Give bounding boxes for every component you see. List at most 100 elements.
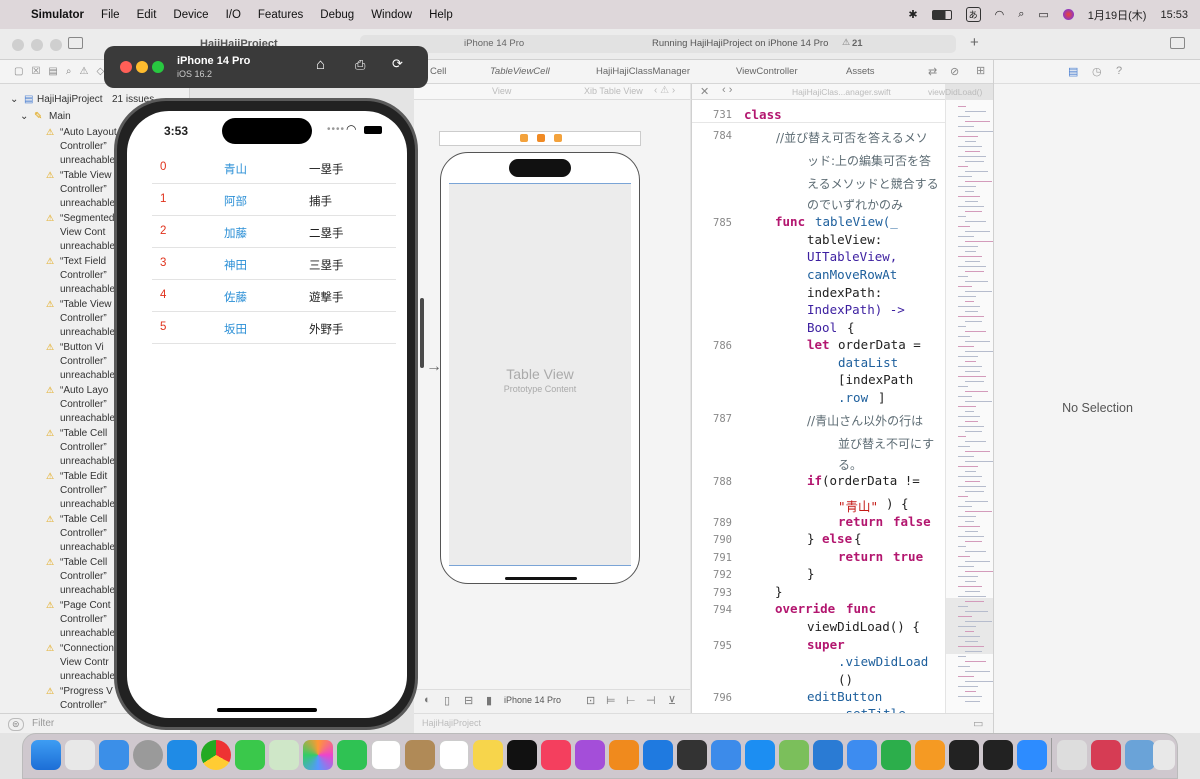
system-settings-icon[interactable]	[133, 740, 163, 770]
issue-item-text[interactable]: Controller”	[60, 700, 107, 711]
issue-item-text[interactable]: Controller”	[60, 270, 107, 281]
first-responder-icon[interactable]	[537, 134, 545, 142]
warning-count[interactable]: 21	[852, 38, 863, 49]
zoom-button[interactable]	[50, 39, 63, 51]
facetime-icon[interactable]	[337, 740, 367, 770]
menu-features[interactable]: Features	[258, 9, 303, 21]
pages-icon[interactable]	[915, 740, 945, 770]
issue-item-text[interactable]: “Auto Layo	[60, 385, 108, 396]
iphone-screen[interactable]: 3:53 •••• ◠ 0 青山 一塁手 1 阿部 捕手 2 加藤 二塁手 3 神田 三塁手 4 佐藤 遊撃…	[127, 111, 407, 718]
apple-tv-icon[interactable]	[507, 740, 537, 770]
issue-item-text[interactable]: unreachable	[60, 241, 115, 252]
menu-debug[interactable]: Debug	[320, 9, 354, 21]
issue-item-text[interactable]: “Auto Layout	[60, 127, 117, 138]
zoom-fit-icon[interactable]: ⊡	[586, 694, 595, 707]
tab-hajihaji-class-manager[interactable]: HajiHajiClassManager	[596, 66, 690, 77]
app-store-icon[interactable]	[745, 740, 775, 770]
issue-item-text[interactable]: “Table Cell	[60, 557, 107, 568]
issue-item-text[interactable]: “Button Vi	[60, 342, 104, 353]
menu-file[interactable]: File	[101, 9, 120, 21]
wifi-icon[interactable]: ◠	[995, 8, 1005, 21]
tab-partial-cell[interactable]: Cell	[430, 66, 446, 77]
issue-item-text[interactable]: unreachable	[60, 155, 115, 166]
help-inspector-icon[interactable]: ?	[1116, 65, 1122, 77]
music-icon[interactable]	[541, 740, 571, 770]
find-icon[interactable]: ⌕	[66, 66, 72, 77]
issue-item-text[interactable]: Controller”	[60, 614, 107, 625]
chrome-icon[interactable]	[201, 740, 231, 770]
group-disclosure-icon[interactable]: ⌄	[20, 111, 28, 122]
warning-icon[interactable]: ⚠	[842, 37, 850, 48]
embed-icon[interactable]: ⊻	[668, 694, 676, 707]
canvas-device-label[interactable]: iPhone 14 Pro	[504, 695, 561, 705]
entry-point-arrow-icon[interactable]: →	[426, 358, 442, 376]
bluetooth-icon[interactable]: ✱	[908, 8, 917, 21]
table-row[interactable]: 4 佐藤 遊撃手	[152, 280, 396, 312]
reminders-icon[interactable]	[439, 740, 469, 770]
issue-item-text[interactable]: “Table Cell	[60, 428, 107, 439]
menu-device[interactable]: Device	[173, 9, 208, 21]
ime-indicator[interactable]: あ	[965, 7, 981, 22]
add-icon[interactable]: +	[970, 34, 979, 51]
resolve-icon[interactable]: ⊣	[646, 694, 656, 707]
books-icon[interactable]	[609, 740, 639, 770]
issue-item-text[interactable]: unreachable	[60, 671, 115, 682]
scene-dock[interactable]	[439, 131, 641, 146]
trait-icon[interactable]: ⊟	[464, 694, 473, 707]
rotate-icon[interactable]: ⟳	[392, 56, 403, 72]
canvas-breadcrumb-xib[interactable]: Xib Table View	[584, 86, 643, 96]
finder-icon[interactable]	[31, 740, 61, 770]
issue-item-text[interactable]: View Contr	[60, 657, 109, 668]
font-book-icon[interactable]	[1057, 740, 1087, 770]
back-forward-icon[interactable]: ‹ ›	[722, 84, 732, 96]
messages-icon[interactable]	[235, 740, 265, 770]
vscode-icon[interactable]	[813, 740, 843, 770]
ime-app-icon[interactable]	[1091, 740, 1121, 770]
issue-item-text[interactable]: unreachable	[60, 628, 115, 639]
home-icon[interactable]: ⌂	[316, 56, 325, 73]
appearance-icon[interactable]: ◐	[424, 694, 431, 706]
activity-monitor-icon[interactable]	[949, 740, 979, 770]
footer-crumb[interactable]: HajiHajiProject	[422, 718, 481, 728]
keynote-icon[interactable]	[711, 740, 741, 770]
storyboard-device-frame[interactable]: Table View Prototype Content	[440, 152, 640, 584]
editor-breadcrumb-method[interactable]: viewDidLoad()	[928, 87, 982, 97]
menu-io[interactable]: I/O	[226, 9, 241, 21]
menubar-time[interactable]: 15:53	[1160, 9, 1188, 21]
table-view-placeholder[interactable]: Table View Prototype Content	[449, 183, 631, 566]
issue-item-text[interactable]: unreachable	[60, 284, 115, 295]
source-control-icon[interactable]: ☒	[31, 66, 40, 77]
inspector-toggle-icon[interactable]	[1170, 37, 1185, 49]
history-inspector-icon[interactable]: ◷	[1092, 65, 1102, 78]
menubar-date[interactable]: 1月19日(木)	[1088, 7, 1147, 23]
sim-close-button[interactable]	[120, 61, 132, 73]
issue-item-text[interactable]: “Table Edit	[60, 471, 107, 482]
issue-item-text[interactable]: Controller”	[60, 442, 107, 453]
table-row[interactable]: 0 青山 一塁手	[152, 152, 396, 184]
close-button[interactable]	[12, 39, 24, 51]
issue-item-text[interactable]: “Table View	[60, 299, 112, 310]
mail-icon[interactable]	[99, 740, 129, 770]
issue-item-text[interactable]: unreachable	[60, 327, 115, 338]
downloads-icon[interactable]	[1125, 740, 1155, 770]
issue-item-text[interactable]: Controller”	[60, 184, 107, 195]
sim-minimize-button[interactable]	[136, 61, 148, 73]
project-name[interactable]: HajiHajiProject	[37, 94, 103, 105]
device-icon[interactable]: ▮	[486, 694, 492, 707]
table-row[interactable]: 1 阿部 捕手	[152, 184, 396, 216]
exit-icon[interactable]	[554, 134, 562, 142]
nav-arrows-icon[interactable]: ‹ ⚠ ›	[654, 85, 675, 96]
script-editor-icon[interactable]	[779, 740, 809, 770]
menu-edit[interactable]: Edit	[137, 9, 157, 21]
issue-item-text[interactable]: Controller”	[60, 399, 107, 410]
issue-item-text[interactable]: View Cont	[60, 227, 105, 238]
view-controller-icon[interactable]	[520, 134, 528, 142]
notes-icon[interactable]	[473, 740, 503, 770]
swap-icon[interactable]: ⇄	[928, 65, 937, 78]
group-main[interactable]: Main	[49, 111, 71, 122]
menu-app-name[interactable]: Simulator	[31, 9, 84, 21]
file-inspector-icon[interactable]: ▤	[1068, 65, 1078, 78]
screenshot-icon[interactable]: ⎙	[355, 57, 365, 73]
safari-icon[interactable]	[167, 740, 197, 770]
debug-toggle-icon[interactable]: ▭	[973, 717, 983, 730]
